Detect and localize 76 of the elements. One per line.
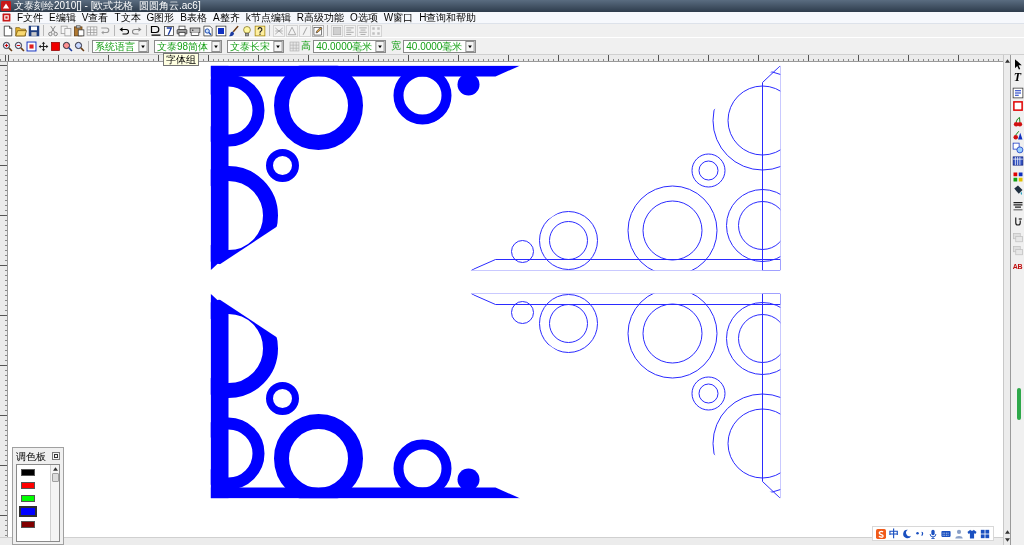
menu-item[interactable]: O选项	[346, 12, 381, 23]
semicircle-icon[interactable]	[150, 24, 162, 37]
keyboard-icon[interactable]	[941, 528, 951, 539]
help-icon[interactable]	[254, 24, 266, 37]
window-title: 文泰刻绘2010[] - [欧式花格 圆圆角云.ac6]	[14, 0, 201, 12]
scroll-up-icon[interactable]	[1004, 530, 1010, 534]
color-swatch-icon[interactable]	[19, 506, 37, 517]
menu-item[interactable]: T文本	[111, 12, 144, 23]
height-label: 高	[301, 40, 312, 52]
font-group-dropdown[interactable]: 文泰98简体	[154, 39, 223, 53]
light-bulb-icon[interactable]	[241, 24, 253, 37]
font-dropdown[interactable]: 文泰长宋	[227, 39, 285, 53]
menu-item[interactable]: k节点编辑	[242, 12, 294, 23]
scroll-up-icon[interactable]	[1004, 59, 1010, 63]
zoom-out-icon[interactable]	[14, 40, 25, 52]
magnifier-icon[interactable]	[62, 40, 73, 52]
menu-item[interactable]: B表格	[177, 12, 210, 23]
lines-icon[interactable]	[1011, 200, 1024, 212]
clipboard-icon[interactable]	[73, 24, 85, 37]
width-field[interactable]: 40.0000毫米	[403, 39, 477, 53]
paint-bucket-icon[interactable]	[1011, 184, 1024, 196]
palette-title: 调色板	[16, 450, 46, 462]
width-label: 宽	[391, 40, 402, 52]
menu-item[interactable]: V查看	[78, 12, 112, 23]
menu-item[interactable]: W窗口	[380, 12, 417, 23]
overlapping-shapes-icon[interactable]	[1011, 142, 1024, 154]
scroll-down-icon[interactable]	[1004, 538, 1010, 542]
grid-icon[interactable]	[980, 528, 990, 539]
menu-item[interactable]: G图形	[143, 12, 178, 23]
edit-icon[interactable]	[312, 24, 324, 37]
frame-icon[interactable]	[215, 24, 227, 37]
text-frame-icon[interactable]	[1011, 87, 1024, 99]
magnifier-icon[interactable]	[74, 40, 85, 52]
print-preview-icon[interactable]	[202, 24, 214, 37]
move-arrows-icon[interactable]	[38, 40, 49, 52]
text-tool-button[interactable]: T	[1011, 71, 1024, 83]
scroll-thumb[interactable]	[51, 473, 59, 482]
menu-item[interactable]: H查询和帮助	[416, 12, 480, 23]
menu-item[interactable]: R高级功能	[293, 12, 347, 23]
shirt-icon[interactable]	[967, 528, 977, 539]
language-dropdown[interactable]: 系统语言	[92, 39, 149, 53]
input-mode-toggle[interactable]: 中	[889, 528, 899, 539]
undo-icon[interactable]	[118, 24, 130, 37]
height-field[interactable]: 40.0000毫米	[313, 39, 387, 53]
slider-handle[interactable]	[1017, 388, 1021, 420]
plotter-icon[interactable]	[189, 24, 201, 37]
angle-line-icon[interactable]	[163, 24, 175, 37]
brush-icon[interactable]	[228, 24, 240, 37]
color-swatch-icon[interactable]	[19, 467, 37, 478]
menu-item[interactable]: E编辑	[46, 12, 79, 23]
cherries-icon[interactable]	[1011, 116, 1024, 128]
new-document-icon[interactable]	[2, 24, 14, 37]
moon-icon[interactable]	[902, 528, 912, 539]
table-icon[interactable]	[1011, 155, 1024, 167]
vertical-scrollbar[interactable]	[1003, 55, 1010, 545]
zoom-in-icon[interactable]	[2, 40, 13, 52]
folder-icon[interactable]	[15, 24, 27, 37]
menu-item[interactable]: F文件	[14, 12, 47, 23]
palette-scrollbar[interactable]	[50, 465, 59, 541]
panel-toggle-icon[interactable]	[52, 452, 60, 460]
color-swatch-icon[interactable]	[19, 493, 37, 504]
shapes-icon[interactable]	[1011, 129, 1024, 141]
microphone-icon[interactable]	[928, 528, 938, 539]
scroll-up-icon[interactable]	[52, 467, 58, 471]
tooltip: 字体组	[163, 53, 199, 66]
rectangle-icon[interactable]	[1011, 100, 1024, 112]
color-swatch-icon[interactable]	[19, 519, 37, 530]
document-icon[interactable]	[2, 13, 11, 22]
ime-logo-icon[interactable]	[876, 528, 886, 539]
floppy-disk-icon[interactable]	[28, 24, 40, 37]
color-grid-icon[interactable]	[1011, 171, 1024, 183]
menu-item[interactable]: A整齐	[210, 12, 243, 23]
color-swatch-icon[interactable]	[19, 480, 37, 491]
printer-icon[interactable]	[176, 24, 188, 37]
square-icon[interactable]	[50, 40, 61, 52]
zoom-window-icon[interactable]	[26, 40, 37, 52]
